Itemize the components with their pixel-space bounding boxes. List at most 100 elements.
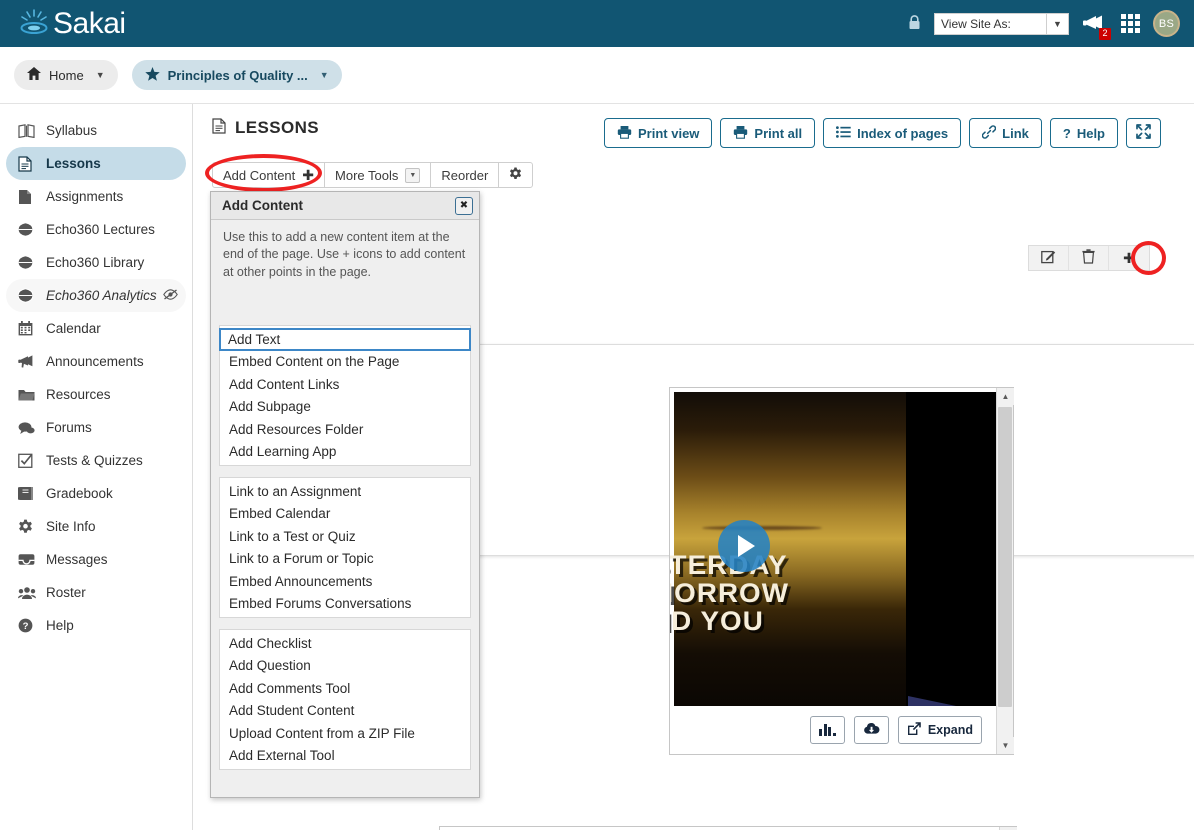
add-content-menu: Add Text Embed Content on the Page Add C… bbox=[211, 316, 479, 770]
sidebar-item-help[interactable]: ? Help bbox=[6, 609, 186, 642]
external-link-icon bbox=[907, 721, 921, 739]
sakai-logo[interactable]: Sakai bbox=[18, 7, 126, 41]
menu-item-add-checklist[interactable]: Add Checklist bbox=[220, 632, 470, 655]
video-embed-2[interactable]: ▲ bbox=[439, 826, 1017, 830]
menu-item-add-student-content[interactable]: Add Student Content bbox=[220, 700, 470, 723]
video-embed-1[interactable]: STERDAY MORROW ND YOU COLLEGE bbox=[669, 387, 1014, 755]
plus-icon: ✚ bbox=[1123, 249, 1135, 266]
menu-item-embed-content[interactable]: Embed Content on the Page bbox=[220, 351, 470, 374]
print-all-button[interactable]: Print all bbox=[720, 118, 816, 148]
avatar[interactable]: BS bbox=[1153, 10, 1180, 37]
nav-site-button[interactable]: Principles of Quality ... ▼ bbox=[131, 60, 342, 90]
menu-item-add-comments-tool[interactable]: Add Comments Tool bbox=[220, 677, 470, 700]
sidebar-item-label: Assignments bbox=[46, 189, 124, 204]
sidebar-item-calendar[interactable]: Calendar bbox=[6, 312, 186, 345]
sakai-drop-icon bbox=[18, 8, 52, 39]
more-tools-label: More Tools bbox=[335, 167, 399, 183]
settings-button[interactable] bbox=[499, 163, 532, 187]
sidebar-item-assignments[interactable]: Assignments bbox=[6, 180, 186, 213]
menu-item-link-forum-topic[interactable]: Link to a Forum or Topic bbox=[220, 548, 470, 571]
menu-item-link-assignment[interactable]: Link to an Assignment bbox=[220, 480, 470, 503]
menu-item-add-question[interactable]: Add Question bbox=[220, 655, 470, 678]
play-button-icon[interactable] bbox=[718, 520, 770, 572]
video-scrollbar[interactable]: ▲ ▼ bbox=[996, 388, 1014, 754]
menu-item-upload-zip[interactable]: Upload Content from a ZIP File bbox=[220, 722, 470, 745]
link-label: Link bbox=[1002, 125, 1029, 141]
sidebar: Syllabus Lessons Assignments Echo360 Lec… bbox=[0, 104, 193, 830]
nav-home-button[interactable]: Home ▼ bbox=[14, 60, 118, 90]
menu-item-embed-calendar[interactable]: Embed Calendar bbox=[220, 503, 470, 526]
expand-fullscreen-button[interactable] bbox=[1126, 118, 1161, 148]
page-icon bbox=[212, 118, 226, 138]
scrollbar-thumb[interactable] bbox=[998, 407, 1012, 707]
sidebar-item-forums[interactable]: Forums bbox=[6, 411, 186, 444]
menu-item-add-resources-folder[interactable]: Add Resources Folder bbox=[220, 418, 470, 441]
sidebar-item-messages[interactable]: Messages bbox=[6, 543, 186, 576]
star-icon bbox=[144, 66, 160, 84]
sidebar-item-label: Help bbox=[46, 618, 74, 633]
video-download-button[interactable] bbox=[853, 716, 889, 744]
sidebar-item-syllabus[interactable]: Syllabus bbox=[6, 114, 186, 147]
nav-site-label: Principles of Quality ... bbox=[167, 67, 308, 83]
video-title-line: MORROW bbox=[670, 578, 790, 609]
notifications-button[interactable]: 2 bbox=[1082, 12, 1111, 40]
menu-item-link-test-quiz[interactable]: Link to a Test or Quiz bbox=[220, 525, 470, 548]
sidebar-item-gradebook[interactable]: Gradebook bbox=[6, 477, 186, 510]
caret-up-icon[interactable]: ▲ bbox=[997, 388, 1014, 405]
video-stage[interactable]: STERDAY MORROW ND YOU COLLEGE bbox=[670, 392, 996, 754]
menu-item-embed-announcements[interactable]: Embed Announcements bbox=[220, 570, 470, 593]
sidebar-item-echo360-lectures[interactable]: Echo360 Lectures bbox=[6, 213, 186, 246]
menu-item-add-subpage[interactable]: Add Subpage bbox=[220, 396, 470, 419]
grid-apps-icon[interactable] bbox=[1121, 14, 1140, 33]
index-of-pages-button[interactable]: Index of pages bbox=[823, 118, 962, 148]
sidebar-item-lessons[interactable]: Lessons bbox=[6, 147, 186, 180]
trash-icon bbox=[1082, 249, 1095, 267]
sidebar-item-tests-quizzes[interactable]: Tests & Quizzes bbox=[6, 444, 186, 477]
reorder-button[interactable]: Reorder bbox=[431, 163, 500, 187]
notification-badge: 2 bbox=[1099, 27, 1111, 40]
calendar-icon bbox=[18, 321, 42, 336]
chevron-down-icon[interactable]: ▼ bbox=[405, 167, 421, 183]
sidebar-item-resources[interactable]: Resources bbox=[6, 378, 186, 411]
link-button[interactable]: Link bbox=[969, 118, 1042, 148]
document-icon bbox=[18, 189, 42, 205]
page-title: LESSONS bbox=[212, 118, 319, 138]
video-expand-button[interactable]: Expand bbox=[897, 716, 982, 744]
people-icon bbox=[18, 586, 42, 600]
chevron-down-icon[interactable]: ▼ bbox=[1046, 13, 1068, 34]
gear-icon bbox=[509, 167, 522, 183]
menu-item-add-learning-app[interactable]: Add Learning App bbox=[220, 441, 470, 464]
video-statistics-button[interactable] bbox=[810, 716, 845, 744]
edit-item-button[interactable] bbox=[1029, 246, 1069, 270]
print-view-button[interactable]: Print view bbox=[604, 118, 713, 148]
add-content-description: Use this to add a new content item at th… bbox=[223, 230, 466, 279]
close-icon[interactable]: ✖ bbox=[455, 196, 473, 215]
caret-down-icon[interactable]: ▼ bbox=[997, 737, 1014, 754]
view-site-as-select[interactable]: View Site As: ▼ bbox=[934, 12, 1069, 35]
sidebar-item-roster[interactable]: Roster bbox=[6, 576, 186, 609]
help-button[interactable]: ? Help bbox=[1049, 118, 1118, 148]
eye-slash-icon bbox=[162, 288, 178, 303]
menu-item-add-content-links[interactable]: Add Content Links bbox=[220, 373, 470, 396]
chevron-down-icon[interactable]: ▼ bbox=[96, 70, 105, 80]
delete-item-button[interactable] bbox=[1069, 246, 1109, 270]
top-header: Sakai View Site As: ▼ 2 BS bbox=[0, 0, 1194, 47]
list-icon bbox=[836, 125, 851, 141]
sidebar-item-echo360-analytics[interactable]: Echo360 Analytics bbox=[6, 279, 186, 312]
sidebar-item-site-info[interactable]: Site Info bbox=[6, 510, 186, 543]
menu-item-add-text[interactable]: Add Text bbox=[219, 328, 471, 351]
page-actions: Print view Print all Index of pages Link bbox=[604, 118, 1161, 148]
add-content-panel: Add Content ✖ Use this to add a new cont… bbox=[210, 191, 480, 798]
sidebar-item-announcements[interactable]: Announcements bbox=[6, 345, 186, 378]
menu-item-add-external-tool[interactable]: Add External Tool bbox=[220, 745, 470, 768]
checkbox-icon bbox=[18, 453, 42, 468]
globe-icon bbox=[18, 222, 42, 237]
sidebar-item-echo360-library[interactable]: Echo360 Library bbox=[6, 246, 186, 279]
add-item-button[interactable]: ✚ bbox=[1109, 246, 1149, 270]
chevron-down-icon[interactable]: ▼ bbox=[320, 70, 329, 80]
menu-item-embed-forums-conversations[interactable]: Embed Forums Conversations bbox=[220, 593, 470, 616]
add-content-button[interactable]: Add Content ✚ bbox=[213, 163, 326, 187]
more-tools-button[interactable]: More Tools ▼ bbox=[325, 163, 432, 187]
question-circle-icon: ? bbox=[18, 618, 42, 633]
book-icon bbox=[18, 123, 42, 138]
